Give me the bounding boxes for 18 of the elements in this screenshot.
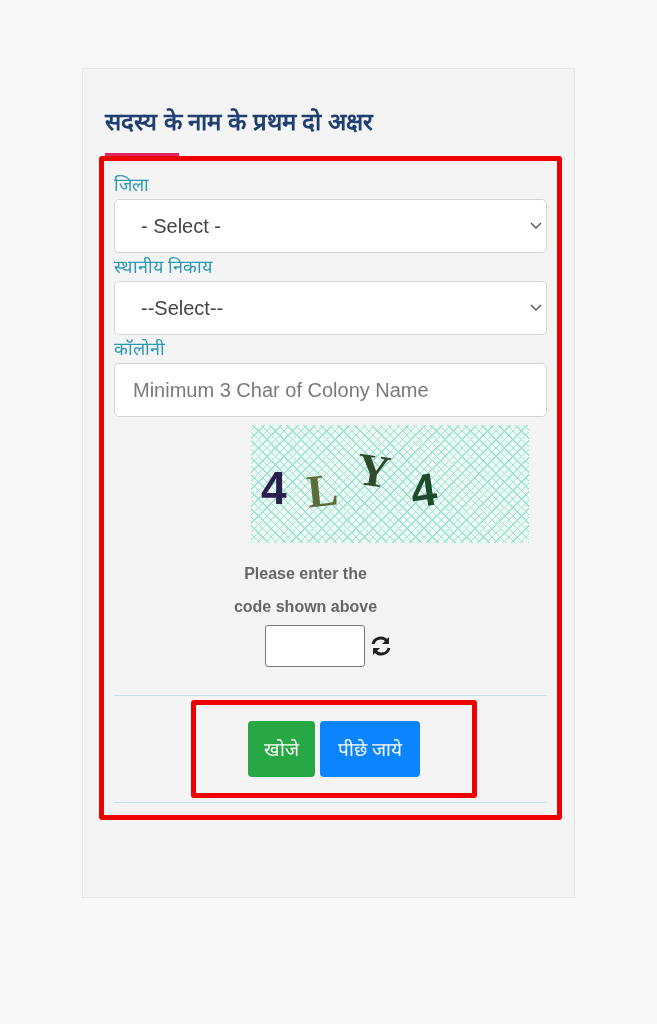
chevron-down-icon — [530, 222, 542, 230]
select-field[interactable]: - Select - — [114, 199, 547, 253]
captcha-character: L — [303, 462, 340, 518]
captcha-input[interactable] — [265, 625, 365, 667]
colony-input[interactable]: Minimum 3 Char of Colony Name — [114, 363, 547, 417]
captcha-character: Y — [353, 441, 395, 499]
chevron-down-icon — [530, 304, 542, 312]
field-label: जिला — [114, 174, 150, 197]
action-button[interactable]: पीछे जाये — [319, 721, 421, 777]
select-field[interactable]: --Select-- — [114, 281, 547, 335]
captcha-character: 4 — [261, 461, 287, 515]
captcha-character: 4 — [406, 461, 440, 519]
field-label: स्थानीय निकाय — [114, 256, 214, 279]
captcha-prompt: code shown above — [232, 597, 379, 617]
form-heading: सदस्य के नाम के प्रथम दो अक्षर — [105, 107, 375, 137]
field-label: कॉलोनी — [114, 338, 166, 361]
refresh-icon[interactable] — [369, 635, 393, 657]
captcha-prompt: Please enter the — [243, 564, 368, 584]
